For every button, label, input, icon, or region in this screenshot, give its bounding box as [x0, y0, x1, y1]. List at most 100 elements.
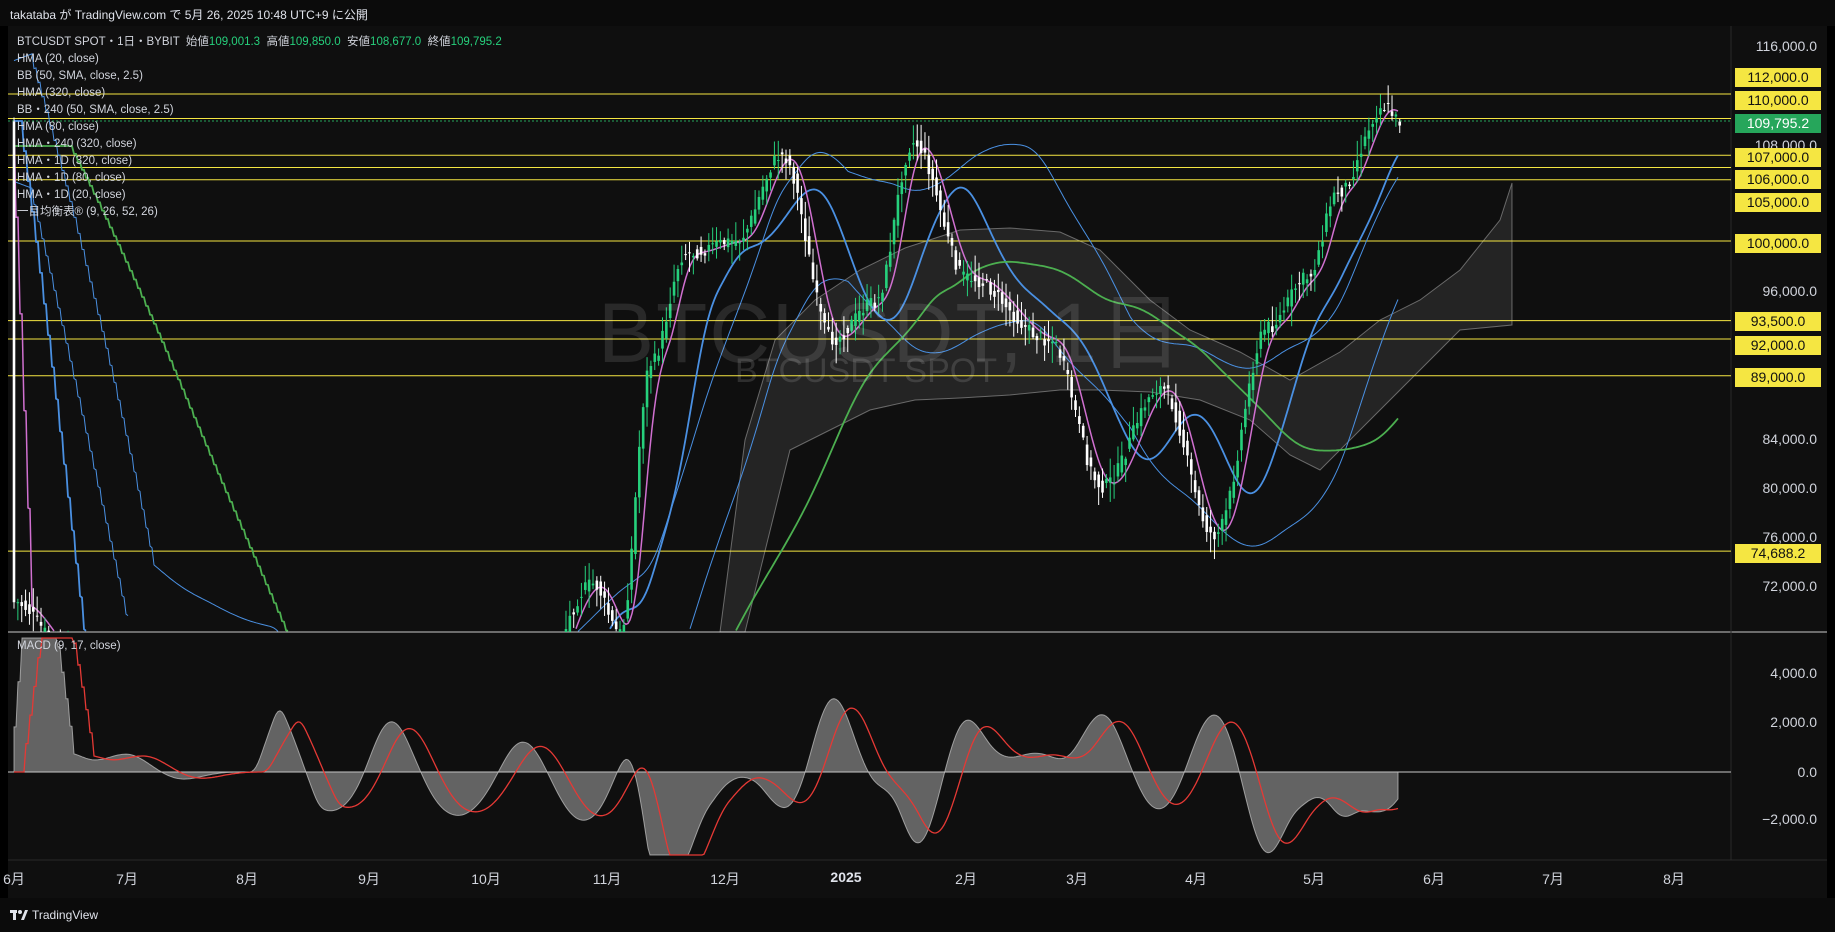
candle-body: [912, 143, 915, 145]
candle-body: [1336, 192, 1340, 194]
candle-body: [746, 228, 749, 233]
candle-body: [587, 579, 591, 592]
candle-body: [576, 606, 579, 613]
candle-body: [792, 166, 796, 184]
candle-body: [1108, 477, 1112, 483]
candle-body: [43, 627, 47, 632]
high-value: 109,850.0: [289, 36, 341, 48]
candle-body: [1259, 331, 1263, 349]
candle-body: [1224, 510, 1228, 525]
candle-body: [730, 240, 734, 244]
candle-body: [1112, 483, 1116, 485]
candle-body: [703, 253, 707, 256]
candle-body: [753, 209, 757, 224]
candle-body: [1255, 353, 1259, 364]
candle-body: [946, 222, 950, 237]
candle-body: [788, 155, 792, 166]
candle-body: [614, 621, 618, 630]
price-tick: 116,000.0: [1755, 38, 1817, 54]
candle-body: [1132, 425, 1135, 440]
candle-body: [1305, 279, 1309, 284]
candle-body: [1128, 437, 1131, 449]
candle-body: [1309, 273, 1313, 277]
candle-body: [1383, 109, 1386, 111]
indicator-hma-240-320[interactable]: HMA・240 (320, close): [17, 136, 502, 153]
close-value: 109,795.2: [450, 36, 502, 48]
candle-body: [618, 629, 622, 632]
candle-body: [800, 198, 803, 215]
candle-body: [1197, 490, 1201, 505]
candle-body: [1232, 481, 1236, 498]
candle-body: [1159, 386, 1162, 394]
candle-body: [638, 446, 641, 498]
candle-body: [1074, 400, 1077, 410]
candle-body: [1394, 114, 1398, 117]
candle-body: [634, 497, 637, 555]
candle-body: [923, 148, 927, 153]
candle-body: [742, 237, 745, 242]
indicator-hma-1d-320[interactable]: HMA・1D (320, close): [17, 153, 502, 170]
macd-tick: −2,000.0: [1762, 811, 1817, 827]
candle-body: [1313, 269, 1317, 276]
candle-body: [796, 173, 799, 193]
candle-body: [915, 140, 919, 147]
candle-body: [1124, 458, 1127, 466]
indicator-hma-1d-80[interactable]: HMA・1D (80, close): [17, 170, 502, 187]
level-tag: 105,000.0: [1735, 193, 1821, 212]
time-tick: 5月: [1303, 871, 1325, 887]
ohlc-legend: BTCUSDT SPOT・1日・BYBIT 始値109,001.3 高値109,…: [17, 34, 502, 51]
candle-body: [1367, 130, 1371, 139]
low-label: 安値: [347, 36, 371, 48]
candle-body: [1325, 213, 1328, 232]
indicator-bb-50[interactable]: BB (50, SMA, close, 2.5): [17, 68, 502, 85]
candle-body: [47, 630, 51, 632]
macd-label[interactable]: MACD (9, 17, close): [17, 640, 121, 652]
candle-body: [707, 244, 711, 251]
candle-body: [1209, 526, 1212, 533]
level-tag: 74,688.2: [1735, 544, 1821, 563]
candle-body: [1155, 393, 1158, 395]
time-tick: 9月: [358, 871, 380, 887]
open-value: 109,001.3: [208, 36, 261, 48]
candle-body: [726, 238, 730, 248]
candle-body: [784, 158, 788, 164]
indicator-ichimoku[interactable]: 一目均衡表® (9, 26, 52, 26): [17, 204, 502, 221]
candle-body: [1363, 136, 1367, 147]
candle-body: [715, 241, 718, 247]
candle-body: [722, 240, 726, 245]
indicator-bb-240[interactable]: BB・240 (50, SMA, close, 2.5): [17, 102, 502, 119]
candle-body: [603, 591, 606, 598]
candle-body: [1332, 192, 1336, 205]
candle-body: [688, 252, 691, 254]
indicator-hma-20[interactable]: HMA (20, close): [17, 51, 502, 68]
time-tick: 10月: [471, 871, 501, 887]
candle-body: [1089, 457, 1093, 467]
candle-body: [1294, 288, 1297, 290]
tradingview-logo[interactable]: TradingView: [10, 908, 98, 922]
candle-body: [761, 186, 765, 200]
candle-body: [1120, 455, 1124, 473]
candle-body: [591, 583, 595, 586]
indicator-hma-80[interactable]: HMA (80, close): [17, 119, 502, 136]
indicator-hma-320[interactable]: HMA (320, close): [17, 85, 502, 102]
candle-body: [1186, 440, 1189, 456]
candle-body: [711, 243, 714, 245]
candle-body: [28, 604, 31, 615]
candle-body: [942, 212, 946, 227]
candle-body: [572, 612, 575, 615]
candle-body: [1201, 507, 1205, 522]
candle-body: [1247, 383, 1251, 407]
candle-body: [1359, 153, 1363, 157]
time-tick: 7月: [116, 871, 138, 887]
candle-body: [935, 177, 938, 196]
time-tick-year: 2025: [830, 869, 862, 885]
candle-body: [32, 607, 35, 612]
candle-body: [684, 254, 687, 256]
indicator-hma-1d-20[interactable]: HMA・1D (20, close): [17, 187, 502, 204]
candle-body: [892, 219, 896, 245]
candle-body: [1101, 480, 1104, 493]
macd-signal-line: [14, 637, 1399, 856]
candle-body: [1386, 103, 1390, 105]
time-tick: 3月: [1066, 871, 1088, 887]
candle-body: [1085, 444, 1089, 466]
